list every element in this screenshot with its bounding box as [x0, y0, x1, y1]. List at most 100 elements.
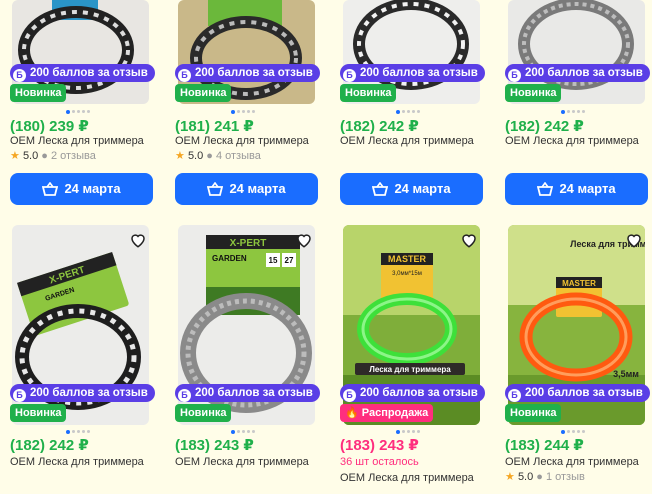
image-pager [561, 110, 601, 114]
product-title[interactable]: OEM Леска для триммера [340, 472, 474, 484]
rating-value: 5.0 [517, 471, 534, 483]
brand-text: MASTER [562, 279, 596, 288]
bonus-icon: Б [343, 69, 356, 82]
new-badge: Новинка [505, 404, 562, 422]
review-count-label: 2 отзыва [50, 150, 96, 162]
review-count: ● 1 отзыв [536, 471, 585, 483]
bonus-icon: Б [343, 389, 356, 402]
review-count-label: 1 отзыв [545, 471, 585, 483]
star-icon: ★ [175, 150, 185, 162]
review-count: ● 4 отзыва [206, 150, 261, 162]
bonus-icon: Б [508, 69, 521, 82]
bonus-badge: Б 200 баллов за отзыв [340, 384, 485, 402]
product-title[interactable]: OEM Леска для триммера [175, 135, 309, 147]
bonus-badge: Б 200 баллов за отзыв [505, 384, 650, 402]
bonus-badge: Б 200 баллов за отзыв [10, 64, 155, 82]
product-rating: ★ 5.0 ● 4 отзыва [175, 149, 261, 162]
product-price: (183) 243 ₽ [340, 437, 419, 454]
delivery-button[interactable]: 24 марта [340, 173, 483, 205]
review-count: ● 2 отзыва [41, 150, 96, 162]
new-badge: Новинка [340, 84, 397, 102]
bonus-icon: Б [13, 389, 26, 402]
bonus-label: 200 баллов за отзыв [195, 387, 313, 399]
image-pager [396, 430, 436, 434]
bonus-icon: Б [178, 69, 191, 82]
star-icon: ★ [10, 150, 20, 162]
brand-text: MASTER [388, 254, 427, 264]
spec-text: 3,5мм [613, 369, 639, 379]
favorite-heart-icon[interactable] [295, 231, 313, 249]
bonus-label: 200 баллов за отзыв [195, 67, 313, 79]
bonus-label: 200 баллов за отзыв [360, 387, 478, 399]
fire-icon: 🔥 [345, 407, 359, 419]
bonus-label: 200 баллов за отзыв [525, 67, 643, 79]
product-price: (181) 241 ₽ [175, 118, 254, 135]
product-title[interactable]: OEM Леска для триммера [10, 135, 144, 147]
bonus-label: 200 баллов за отзыв [30, 387, 148, 399]
product-rating: ★ 5.0 ● 1 отзыв [505, 470, 585, 483]
star-icon: ★ [505, 471, 515, 483]
spec-diameter: 15 [269, 256, 278, 265]
image-pager [231, 110, 271, 114]
stock-left: 36 шт осталось [340, 456, 419, 468]
rating-value: 5.0 [187, 150, 204, 162]
delivery-button[interactable]: 24 марта [175, 173, 318, 205]
delivery-label: 24 марта [394, 181, 451, 196]
rating-value: 5.0 [22, 150, 39, 162]
basket-icon [42, 181, 59, 196]
caption-text: Леска для триммера [369, 365, 451, 374]
product-grid: Б 200 баллов за отзыв Новинка (180) 239 ₽… [0, 0, 652, 494]
product-price: (183) 243 ₽ [175, 437, 254, 454]
image-pager [561, 430, 601, 434]
product-price: (182) 242 ₽ [340, 118, 419, 135]
bonus-badge: Б 200 баллов за отзыв [175, 64, 320, 82]
delivery-label: 24 марта [64, 181, 121, 196]
brand-subtext: GARDEN [212, 254, 247, 263]
bonus-badge: Б 200 баллов за отзыв [10, 384, 155, 402]
review-count-label: 4 отзыва [215, 150, 261, 162]
bonus-icon: Б [178, 389, 191, 402]
basket-icon [372, 181, 389, 196]
bonus-badge: Б 200 баллов за отзыв [505, 64, 650, 82]
image-pager [66, 430, 106, 434]
spec-text: 3,0мм*15м [392, 271, 422, 277]
sale-label: Распродажа [361, 407, 429, 419]
bonus-badge: Б 200 баллов за отзыв [175, 384, 320, 402]
product-title[interactable]: OEM Леска для триммера [505, 456, 639, 468]
new-badge: Новинка [175, 84, 232, 102]
delivery-button[interactable]: 24 марта [10, 173, 153, 205]
brand-text: X-PERT [230, 238, 267, 249]
basket-icon [207, 181, 224, 196]
product-rating: ★ 5.0 ● 2 отзыва [10, 149, 96, 162]
image-pager [231, 430, 271, 434]
favorite-heart-icon[interactable] [129, 231, 147, 249]
product-price: (183) 244 ₽ [505, 437, 584, 454]
product-title[interactable]: OEM Леска для триммера [340, 135, 474, 147]
product-title[interactable]: OEM Леска для триммера [505, 135, 639, 147]
new-badge: Новинка [10, 404, 67, 422]
spec-length: 27 [285, 256, 294, 265]
sale-badge: 🔥 Распродажа [340, 404, 434, 422]
product-title[interactable]: OEM Леска для триммера [10, 456, 144, 468]
delivery-label: 24 марта [229, 181, 286, 196]
product-price: (180) 239 ₽ [10, 118, 89, 135]
bonus-badge: Б 200 баллов за отзыв [340, 64, 485, 82]
favorite-heart-icon[interactable] [625, 231, 643, 249]
bonus-label: 200 баллов за отзыв [30, 67, 148, 79]
product-title[interactable]: OEM Леска для триммера [175, 456, 309, 468]
delivery-button[interactable]: 24 марта [505, 173, 648, 205]
basket-icon [537, 181, 554, 196]
favorite-heart-icon[interactable] [460, 231, 478, 249]
bonus-label: 200 баллов за отзыв [360, 67, 478, 79]
image-pager [396, 110, 436, 114]
product-price: (182) 242 ₽ [10, 437, 89, 454]
delivery-label: 24 марта [559, 181, 616, 196]
bonus-label: 200 баллов за отзыв [525, 387, 643, 399]
new-badge: Новинка [10, 84, 67, 102]
bonus-icon: Б [13, 69, 26, 82]
new-badge: Новинка [175, 404, 232, 422]
product-price: (182) 242 ₽ [505, 118, 584, 135]
image-pager [66, 110, 106, 114]
new-badge: Новинка [505, 84, 562, 102]
bonus-icon: Б [508, 389, 521, 402]
